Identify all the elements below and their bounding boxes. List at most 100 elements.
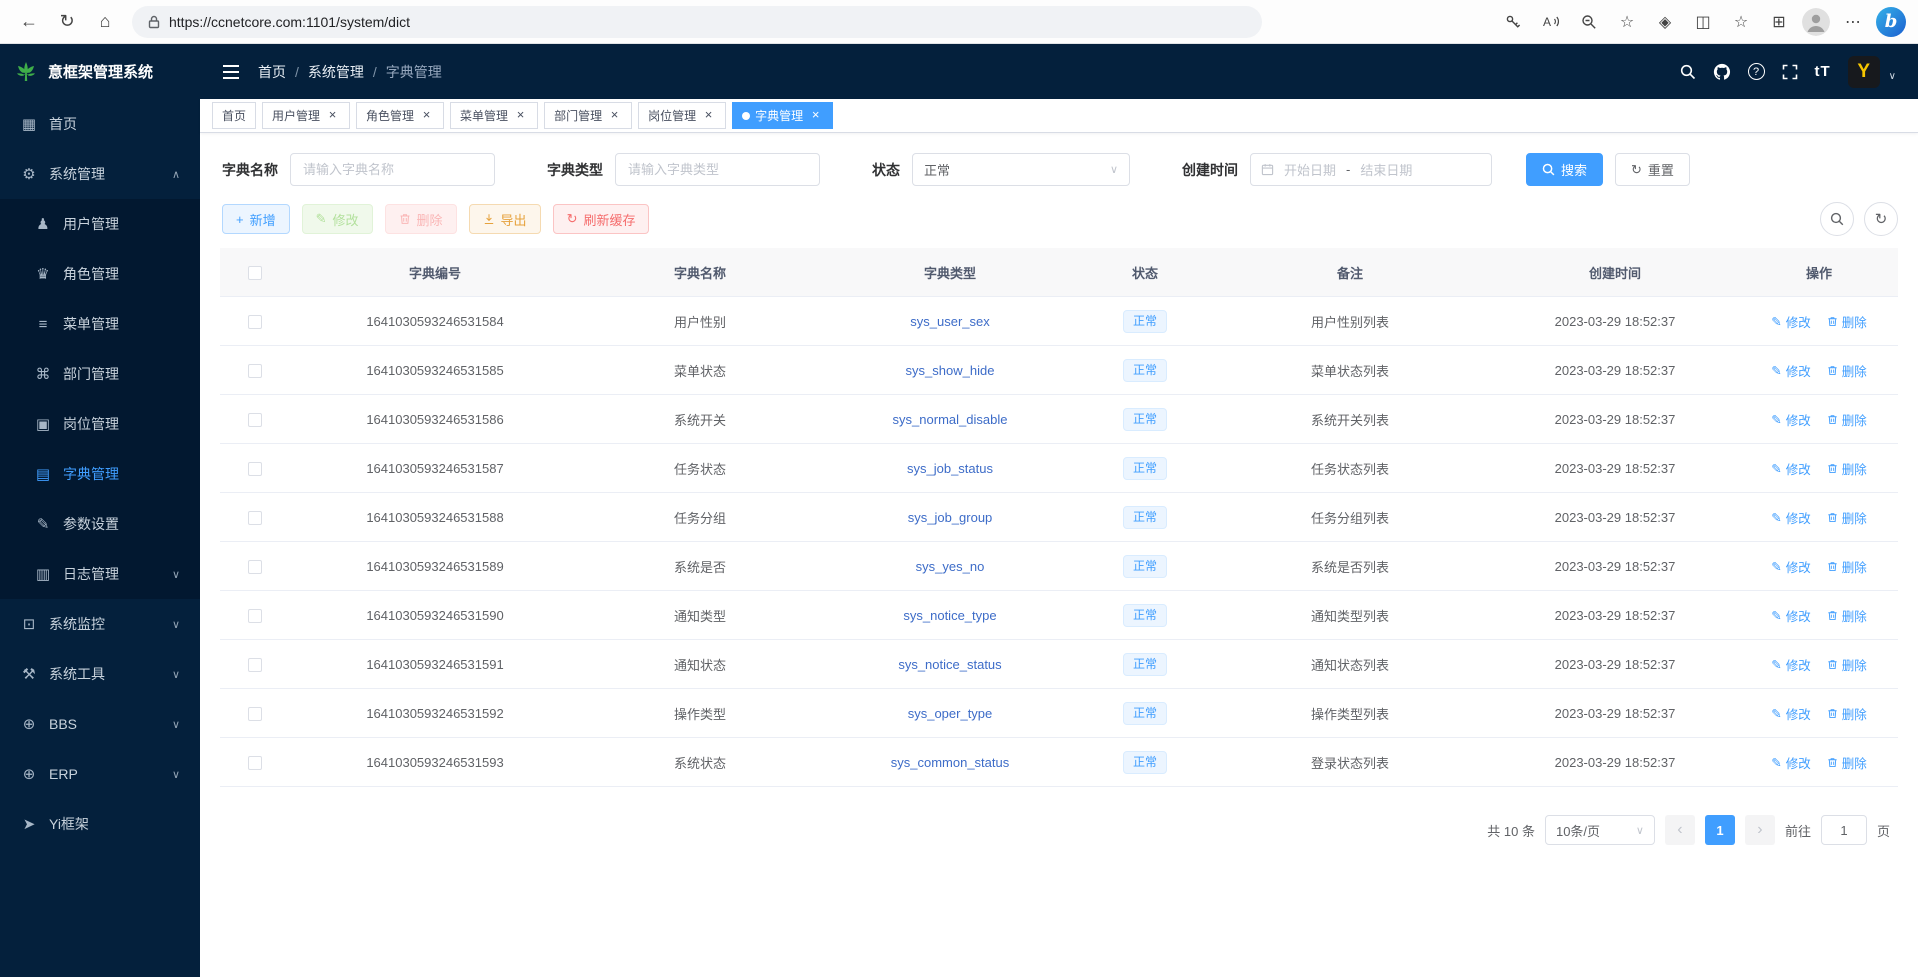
table-row[interactable]: 1641030593246531586 系统开关 sys_normal_disa…: [220, 395, 1898, 444]
dict-type-link[interactable]: sys_normal_disable: [893, 412, 1008, 427]
delete-button[interactable]: 删除: [385, 204, 457, 234]
row-edit-link[interactable]: ✎ 修改: [1771, 557, 1811, 576]
table-row[interactable]: 1641030593246531584 用户性别 sys_user_sex 正常…: [220, 297, 1898, 346]
add-button[interactable]: + 新增: [222, 204, 290, 234]
dict-type-link[interactable]: sys_notice_type: [903, 608, 996, 623]
row-delete-link[interactable]: 删除: [1827, 655, 1867, 674]
row-edit-link[interactable]: ✎ 修改: [1771, 704, 1811, 723]
row-checkbox[interactable]: [248, 756, 262, 770]
dict-type-link[interactable]: sys_show_hide: [906, 363, 995, 378]
table-row[interactable]: 1641030593246531590 通知类型 sys_notice_type…: [220, 591, 1898, 640]
tab-close-icon[interactable]: ×: [701, 108, 716, 123]
row-checkbox[interactable]: [248, 315, 262, 329]
tab[interactable]: 岗位管理 ×: [638, 102, 726, 129]
dict-type-link[interactable]: sys_common_status: [891, 755, 1010, 770]
row-delete-link[interactable]: 删除: [1827, 704, 1867, 723]
zoom-out-icon[interactable]: [1574, 7, 1604, 37]
reset-button[interactable]: ↻ 重置: [1615, 153, 1690, 186]
browser-home-icon[interactable]: ⌂: [88, 6, 122, 38]
row-delete-link[interactable]: 删除: [1827, 753, 1867, 772]
table-row[interactable]: 1641030593246531592 操作类型 sys_oper_type 正…: [220, 689, 1898, 738]
dict-type-link[interactable]: sys_job_group: [908, 510, 993, 525]
dict-name-input[interactable]: [290, 153, 495, 186]
sidebar-item[interactable]: ⊕ BBS ∨: [0, 699, 200, 749]
row-delete-link[interactable]: 删除: [1827, 459, 1867, 478]
dict-type-link[interactable]: sys_oper_type: [908, 706, 993, 721]
tab-close-icon[interactable]: ×: [325, 108, 340, 123]
profile-avatar[interactable]: [1802, 8, 1830, 36]
sidebar-item[interactable]: ▥ 日志管理 ∨: [0, 549, 200, 599]
collections-icon[interactable]: ⊞: [1764, 7, 1794, 37]
help-icon[interactable]: ?: [1748, 63, 1765, 80]
sidebar-item[interactable]: ➤ Yi框架: [0, 799, 200, 849]
row-edit-link[interactable]: ✎ 修改: [1771, 410, 1811, 429]
font-size-icon[interactable]: tT: [1815, 63, 1831, 80]
refresh-cache-button[interactable]: ↻ 刷新缓存: [553, 204, 650, 234]
search-button[interactable]: 搜索: [1526, 153, 1603, 186]
tab-close-icon[interactable]: ×: [808, 108, 823, 123]
dict-type-link[interactable]: sys_notice_status: [898, 657, 1001, 672]
url-bar[interactable]: https://ccnetcore.com:1101/system/dict: [132, 6, 1262, 38]
sidebar-item[interactable]: ♟ 用户管理: [0, 199, 200, 249]
tab-close-icon[interactable]: ×: [419, 108, 434, 123]
password-key-icon[interactable]: [1498, 7, 1528, 37]
table-row[interactable]: 1641030593246531591 通知状态 sys_notice_stat…: [220, 640, 1898, 689]
sidebar-item[interactable]: ▤ 字典管理: [0, 449, 200, 499]
page-size-select[interactable]: 10条/页 ∨: [1545, 815, 1655, 845]
row-delete-link[interactable]: 删除: [1827, 361, 1867, 380]
edit-button[interactable]: ✎ 修改: [302, 204, 373, 234]
read-aloud-icon[interactable]: A: [1536, 7, 1566, 37]
row-delete-link[interactable]: 删除: [1827, 312, 1867, 331]
row-edit-link[interactable]: ✎ 修改: [1771, 459, 1811, 478]
add-favorite-icon[interactable]: ☆: [1612, 7, 1642, 37]
browser-refresh-icon[interactable]: ↻: [50, 6, 84, 38]
table-row[interactable]: 1641030593246531589 系统是否 sys_yes_no 正常 系…: [220, 542, 1898, 591]
row-edit-link[interactable]: ✎ 修改: [1771, 606, 1811, 625]
row-checkbox[interactable]: [248, 462, 262, 476]
breadcrumb-item[interactable]: 系统管理: [308, 62, 364, 82]
status-select[interactable]: 正常 ∨: [912, 153, 1130, 186]
row-checkbox[interactable]: [248, 560, 262, 574]
favorites-bar-icon[interactable]: ☆: [1726, 7, 1756, 37]
fullscreen-icon[interactable]: [1782, 64, 1798, 80]
search-icon[interactable]: [1680, 64, 1696, 80]
dict-type-link[interactable]: sys_yes_no: [916, 559, 985, 574]
next-page-button[interactable]: ›: [1745, 815, 1775, 845]
browser-essentials-icon[interactable]: ◈: [1650, 7, 1680, 37]
date-range-picker[interactable]: 开始日期 - 结束日期: [1250, 153, 1492, 186]
sidebar-item[interactable]: ≡ 菜单管理: [0, 299, 200, 349]
sidebar-item[interactable]: ⌘ 部门管理: [0, 349, 200, 399]
sidebar-item[interactable]: ▦ 首页: [0, 99, 200, 149]
sidebar-item[interactable]: ⚒ 系统工具 ∨: [0, 649, 200, 699]
row-checkbox[interactable]: [248, 658, 262, 672]
row-checkbox[interactable]: [248, 609, 262, 623]
row-delete-link[interactable]: 删除: [1827, 508, 1867, 527]
bing-icon[interactable]: b: [1876, 7, 1906, 37]
sidebar-item[interactable]: ▣ 岗位管理: [0, 399, 200, 449]
table-row[interactable]: 1641030593246531588 任务分组 sys_job_group 正…: [220, 493, 1898, 542]
table-row[interactable]: 1641030593246531587 任务状态 sys_job_status …: [220, 444, 1898, 493]
more-menu-icon[interactable]: ⋯: [1838, 7, 1868, 37]
user-avatar-logo[interactable]: Y: [1848, 56, 1880, 88]
github-icon[interactable]: [1713, 63, 1731, 81]
table-row[interactable]: 1641030593246531585 菜单状态 sys_show_hide 正…: [220, 346, 1898, 395]
tab[interactable]: 字典管理 ×: [732, 102, 833, 129]
row-delete-link[interactable]: 删除: [1827, 410, 1867, 429]
toggle-search-button[interactable]: [1820, 202, 1854, 236]
row-delete-link[interactable]: 删除: [1827, 606, 1867, 625]
row-checkbox[interactable]: [248, 511, 262, 525]
row-checkbox[interactable]: [248, 707, 262, 721]
split-screen-icon[interactable]: ◫: [1688, 7, 1718, 37]
row-edit-link[interactable]: ✎ 修改: [1771, 508, 1811, 527]
select-all-checkbox[interactable]: [248, 266, 262, 280]
prev-page-button[interactable]: ‹: [1665, 815, 1695, 845]
tab-close-icon[interactable]: ×: [513, 108, 528, 123]
sidebar-item[interactable]: ⊡ 系统监控 ∨: [0, 599, 200, 649]
row-edit-link[interactable]: ✎ 修改: [1771, 655, 1811, 674]
export-button[interactable]: 导出: [469, 204, 541, 234]
hamburger-icon[interactable]: [222, 64, 240, 80]
current-page-button[interactable]: 1: [1705, 815, 1735, 845]
tab-close-icon[interactable]: ×: [607, 108, 622, 123]
row-edit-link[interactable]: ✎ 修改: [1771, 312, 1811, 331]
sidebar-item[interactable]: ♛ 角色管理: [0, 249, 200, 299]
